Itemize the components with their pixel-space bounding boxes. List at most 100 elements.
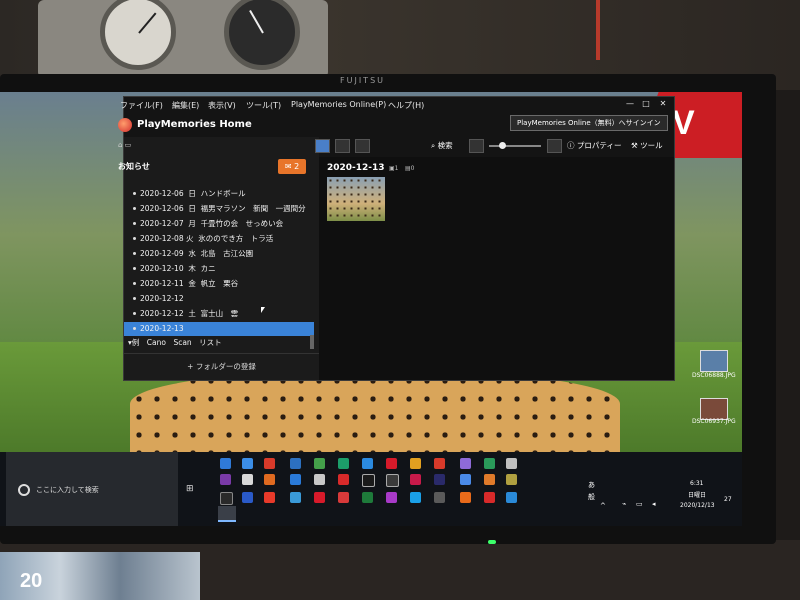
outlook-icon[interactable] bbox=[290, 474, 301, 485]
desktop-file-icon[interactable] bbox=[700, 350, 728, 372]
desktop-file-icon[interactable] bbox=[700, 398, 728, 420]
folder-item[interactable]: 2020-12-12 土 富士山 雲 bbox=[124, 307, 314, 321]
wallpaper-cheetah bbox=[130, 372, 620, 452]
app-icon[interactable] bbox=[242, 474, 253, 485]
search-button[interactable]: ⌕ 検索 bbox=[431, 140, 453, 151]
active-app-playmemories[interactable] bbox=[218, 506, 236, 522]
content-area: 2020-12-13 ▣1 ▤0 bbox=[319, 157, 674, 380]
notification-badge[interactable]: 27 bbox=[724, 496, 732, 503]
app-icon[interactable] bbox=[460, 474, 471, 485]
facebook-icon[interactable] bbox=[242, 492, 253, 503]
youtube-icon[interactable] bbox=[338, 474, 349, 485]
photo-thumbnail[interactable] bbox=[327, 177, 385, 221]
ime-kanji[interactable]: 般 bbox=[588, 492, 595, 502]
taskbar-date[interactable]: 2020/12/13 bbox=[680, 502, 715, 509]
desktop-file-label[interactable]: DSC06937.JPG bbox=[692, 418, 736, 425]
grid-large-icon[interactable] bbox=[547, 139, 562, 153]
menu-file[interactable]: ファイル(F) bbox=[120, 100, 163, 111]
app-icon[interactable] bbox=[484, 474, 495, 485]
maximize-button[interactable]: □ bbox=[640, 99, 652, 110]
menu-playmemories-online[interactable]: PlayMemories Online(P) bbox=[291, 100, 386, 109]
task-view-icon[interactable]: ⊞ bbox=[186, 484, 194, 494]
excel-icon[interactable] bbox=[362, 492, 373, 503]
date-header: 2020-12-13 bbox=[327, 163, 385, 173]
app-icon[interactable] bbox=[386, 474, 399, 487]
app-icon[interactable] bbox=[434, 474, 445, 485]
playmemories-logo-icon bbox=[118, 118, 132, 132]
app-icon[interactable] bbox=[264, 458, 275, 469]
system-tray: あ 般 ^ ⌁ ▭ ◂ bbox=[560, 452, 742, 526]
folder-item[interactable]: 2020-12-12 bbox=[124, 292, 314, 306]
folder-item[interactable]: 2020-12-09 水 北島 古江公園 bbox=[124, 247, 314, 261]
app-icon[interactable] bbox=[314, 458, 325, 469]
calendar-view-icon[interactable] bbox=[315, 139, 330, 153]
taskbar-time[interactable]: 6:31 bbox=[690, 480, 703, 487]
menu-view[interactable]: 表示(V) bbox=[208, 100, 236, 111]
folder-item[interactable]: 2020-12-11 金 帆立 栗谷 bbox=[124, 277, 314, 291]
menu-help[interactable]: ヘルプ(H) bbox=[388, 100, 424, 111]
register-folder-button[interactable]: + フォルダーの登録 bbox=[124, 353, 319, 380]
slider-thumb[interactable] bbox=[499, 142, 506, 149]
red-cable bbox=[596, 0, 600, 60]
edge-icon[interactable] bbox=[362, 458, 373, 469]
app-icon[interactable] bbox=[314, 474, 325, 485]
network-icon[interactable]: ⌁ bbox=[622, 500, 626, 508]
notice-badge[interactable]: ✉ 2 bbox=[278, 159, 306, 174]
app-icon[interactable] bbox=[460, 458, 471, 469]
app-icon[interactable] bbox=[338, 458, 349, 469]
notice-row[interactable]: お知らせ ✉ 2 bbox=[118, 157, 313, 177]
app-icon[interactable] bbox=[410, 474, 421, 485]
twitter-icon[interactable] bbox=[410, 492, 421, 503]
home-computer-icon[interactable]: ⌂ ▭ bbox=[118, 141, 131, 149]
app-icon[interactable] bbox=[264, 492, 275, 503]
ime-mode[interactable]: あ bbox=[588, 480, 595, 490]
app-icon[interactable] bbox=[220, 492, 233, 505]
app-icon[interactable] bbox=[484, 458, 495, 469]
app-icon[interactable] bbox=[220, 458, 231, 469]
signin-button[interactable]: PlayMemories Online（無料）へサインイン bbox=[510, 115, 668, 131]
grid-small-icon[interactable] bbox=[469, 139, 484, 153]
yahoo-icon[interactable] bbox=[314, 492, 325, 503]
taskbar-day[interactable]: 日曜日 bbox=[688, 490, 706, 499]
yahoo-icon[interactable] bbox=[386, 458, 397, 469]
minimize-button[interactable]: — bbox=[624, 99, 636, 110]
app-icon[interactable] bbox=[386, 492, 397, 503]
folder-item[interactable]: 2020-12-06 日 福男マラソン 新聞 一週間分 bbox=[124, 202, 314, 216]
onenote-icon[interactable] bbox=[220, 474, 231, 485]
app-icon[interactable] bbox=[434, 458, 445, 469]
close-button[interactable]: ✕ bbox=[657, 99, 669, 110]
folder-group-row[interactable]: ▾例 Cano Scan リスト bbox=[128, 337, 222, 348]
chevron-up-icon[interactable]: ^ bbox=[600, 502, 606, 510]
folder-item-selected[interactable]: 2020-12-13 bbox=[124, 322, 314, 336]
properties-button[interactable]: ⓘ プロパティー bbox=[567, 140, 621, 151]
app-icon[interactable] bbox=[264, 474, 275, 485]
folder-item[interactable]: 2020-12-07 月 千畳竹の会 せっめい会 bbox=[124, 217, 314, 231]
wallpaper-logo-text: V bbox=[672, 104, 695, 142]
app-icon[interactable] bbox=[290, 458, 301, 469]
filmstrip-view-icon[interactable] bbox=[355, 139, 370, 153]
app-icon[interactable] bbox=[434, 492, 445, 503]
acrobat-icon[interactable] bbox=[484, 492, 495, 503]
app-icon[interactable] bbox=[242, 458, 253, 469]
menu-tools[interactable]: ツール(T) bbox=[246, 100, 281, 111]
firefox-icon[interactable] bbox=[460, 492, 471, 503]
taskbar-search-box[interactable]: ここに入力して検索 bbox=[6, 452, 178, 526]
thumbnail-size-slider[interactable] bbox=[489, 142, 541, 149]
app-icon[interactable] bbox=[290, 492, 301, 503]
app-icon[interactable] bbox=[506, 474, 517, 485]
volume-icon[interactable]: ◂ bbox=[652, 500, 656, 508]
menu-edit[interactable]: 編集(E) bbox=[172, 100, 199, 111]
app-icon[interactable] bbox=[338, 492, 349, 503]
folder-item[interactable]: 2020-12-10 木 カニ bbox=[124, 262, 314, 276]
ie-icon[interactable] bbox=[506, 492, 517, 503]
list-view-icon[interactable] bbox=[335, 139, 350, 153]
tools-button[interactable]: ⚒ ツール bbox=[631, 140, 663, 151]
chrome-icon[interactable] bbox=[410, 458, 421, 469]
desktop-file-label[interactable]: DSC06888.JPG bbox=[692, 372, 736, 379]
folder-item[interactable]: 2020-12-08 火 氷ののでき方 トラ活 bbox=[124, 232, 314, 246]
folder-scrollbar[interactable] bbox=[310, 335, 314, 349]
folder-item[interactable]: 2020-12-06 日 ハンドボール bbox=[124, 187, 314, 201]
keyboard-icon[interactable]: ▭ bbox=[636, 500, 643, 508]
app-icon[interactable] bbox=[362, 474, 375, 487]
app-icon[interactable] bbox=[506, 458, 517, 469]
